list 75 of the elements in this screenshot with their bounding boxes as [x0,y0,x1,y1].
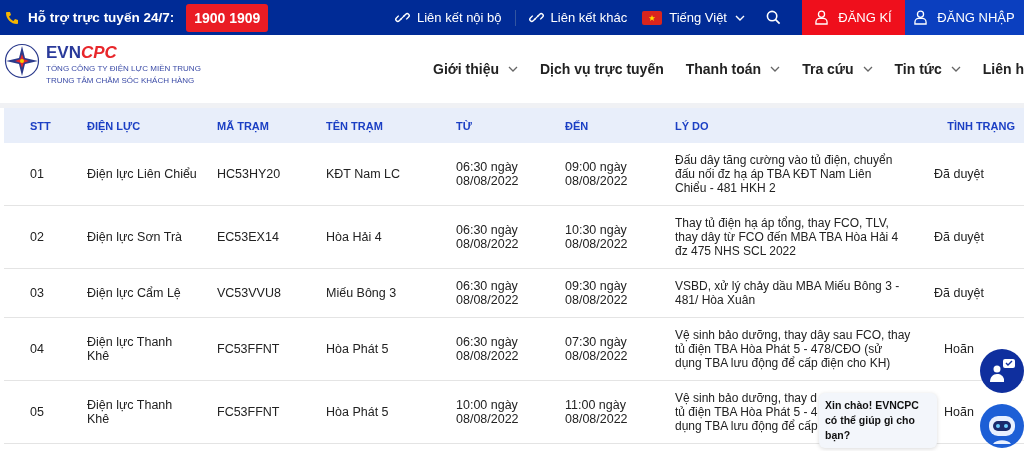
login-button[interactable]: ĐĂNG NHẬP [905,0,1024,35]
chevron-icon [735,14,745,21]
hotline-number[interactable]: 1900 1909 [186,3,269,32]
hotline-label: Hỗ trợ trực tuyến 24/7: [28,10,175,25]
center-name: TRUNG TÂM CHĂM SÓC KHÁCH HÀNG [46,75,196,87]
nav-menu-item[interactable]: Tra cứu [802,61,873,77]
language-dropdown[interactable]: Tiếng Việt [669,10,745,25]
nav-menu-item[interactable]: Dịch vụ trực tuyến [540,61,664,77]
phone-icon [4,9,20,26]
table-cell: Điện lực Thanh Khê [87,398,173,426]
table-cell: EC53EX14 [217,230,279,244]
table-cell: FC53FFNT [217,342,280,356]
table-cell: 04 [30,342,44,356]
table-cell: Thay tủ điện hạ áp tổng, thay FCO, TLV, thay dây từ FCO đến MBA TBA Hòa Hải 4 đz 475 NHS SCL 2022 [675,216,899,258]
user-icon [914,10,928,25]
brand-name: EVNCPC [46,43,117,62]
table-cell: HC53HY20 [217,167,281,181]
table-cell: 09:30 ngày 08/08/2022 [565,279,628,307]
nav-menu-item[interactable]: Thanh toán [685,61,781,77]
table-cell: 05 [30,405,44,419]
table-cell: 11:00 ngày 08/08/2022 [565,398,628,426]
company-name: TỔNG CÔNG TY ĐIỆN LỰC MIỀN TRUNG [46,63,201,75]
table-cell: Hòa Phát 5 [326,342,389,356]
table-cell: Đã duyệt [934,230,984,244]
column-header: TỪ [456,119,473,132]
column-header: TÌNH TRẠNG [946,119,1016,132]
table-cell: 06:30 ngày 08/08/2022 [456,223,519,251]
column-header: MÃ TRẠM [217,119,270,132]
table-cell: Vệ sinh bảo dưỡng, thay d tủ điện TBA Hòa Phát 5 - 4 dụng TBA lưu động để cấp [675,391,818,433]
table-cell: KĐT Nam LC [326,167,401,181]
table-cell: Điện lực Sơn Trà [87,230,183,244]
table-cell: VSBD, xử lý chảy dầu MBA Miếu Bông 3 - 481/ Hòa Xuân [675,279,900,307]
table-cell: Điện lực Cẩm Lệ [87,286,181,300]
table-cell: 06:30 ngày 08/08/2022 [456,335,519,363]
nav-link[interactable]: Liên kết khác [550,10,628,25]
chat-bubble: Xin chào! EVNCPC có thể giúp gì cho bạn? [819,393,937,448]
table-cell: 09:00 ngày 08/08/2022 [565,160,628,188]
table-cell: 03 [30,286,44,300]
column-header: ĐIỆN LỰC [87,119,142,132]
table-cell: 06:30 ngày 08/08/2022 [456,160,519,188]
link-icon [395,10,410,25]
table-cell: Hòa Hải 4 [326,230,382,244]
link-icon [528,10,544,25]
nav-menu-item[interactable]: Tin tức [894,61,961,77]
nav-menu-item[interactable]: Liên h [982,61,1024,77]
table-cell: 02 [30,230,44,244]
register-button[interactable]: ĐĂNG KÍ [802,0,905,35]
support-chat-icon[interactable] [980,349,1024,393]
nav-link[interactable]: Liên kết nội bộ [417,10,502,25]
logo-icon [4,43,40,79]
column-header: STT [29,119,52,132]
table-cell: FC53FFNT [217,405,280,419]
table-cell: Đã duyệt [934,286,984,300]
table-cell: Hoãn [944,405,974,419]
column-header: TÊN TRẠM [326,119,384,132]
table-cell: 10:00 ngày 08/08/2022 [456,398,519,426]
table-cell: Điện lực Thanh Khê [87,335,173,363]
search-icon[interactable] [766,10,781,25]
column-header: ĐẾN [565,119,590,132]
table-cell: Vệ sinh bảo dưỡng, thay dây sau FCO, thay tủ điện TBA Hòa Phát 5 - 478/CĐO (sử dụng TBA lưu động để cấp điện cho KH) [675,328,911,370]
nav-menu-item[interactable]: Giới thiệu [433,61,518,77]
flag-icon [642,10,663,25]
column-header: LÝ DO [675,119,710,132]
table-cell: Miếu Bông 3 [326,286,397,300]
table-cell: 06:30 ngày 08/08/2022 [456,279,519,307]
table-cell: Điện lực Liên Chiểu [87,167,197,181]
table-cell: 01 [30,167,44,181]
table-cell: Hoãn [944,342,974,356]
table-cell: 07:30 ngày 08/08/2022 [565,335,628,363]
table-cell: Đã duyệt [934,167,984,181]
table-cell: 10:30 ngày 08/08/2022 [565,223,628,251]
table-cell: Đấu dây tăng cường vào tủ điện, chuyển đấu nối đz hạ áp TBA KĐT Nam Liên Chiểu - 481 HKH 2 [675,153,893,195]
table-cell: VC53VVU8 [217,286,281,300]
table-cell: Hòa Phát 5 [326,405,389,419]
user-icon [815,10,829,25]
